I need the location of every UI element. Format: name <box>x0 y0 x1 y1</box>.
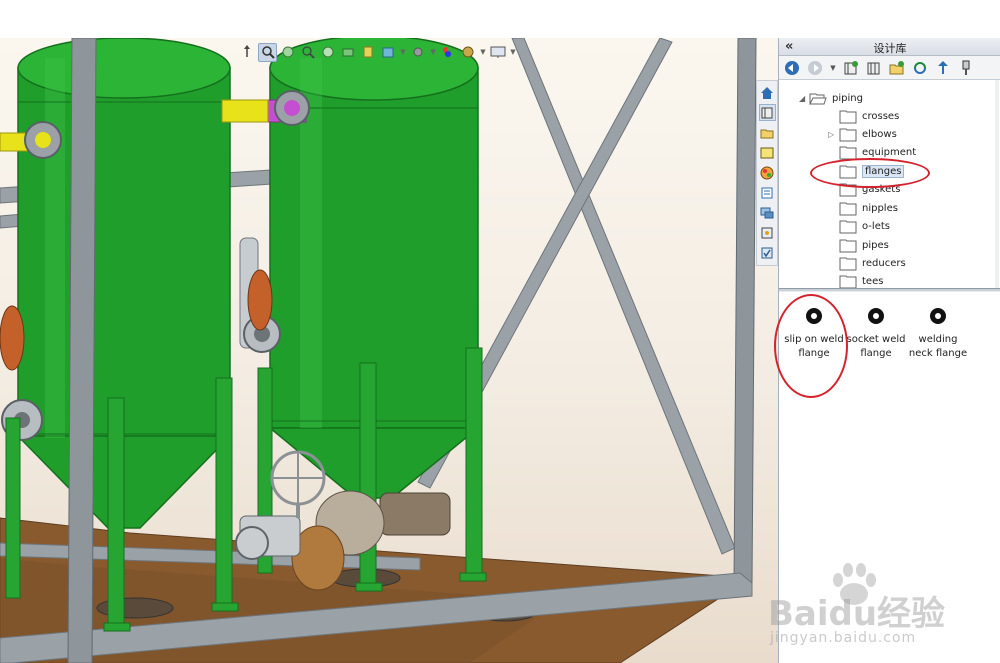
create-folder-icon[interactable] <box>888 59 906 77</box>
folder-icon <box>839 239 857 253</box>
palette-item-label-line2: neck flange <box>908 348 968 359</box>
design-checker-icon[interactable] <box>759 244 776 261</box>
folder-icon <box>839 202 857 216</box>
tree-node-flanges[interactable]: flanges <box>839 163 905 180</box>
view-settings-icon[interactable] <box>359 43 377 61</box>
custom-properties-icon[interactable] <box>759 184 776 201</box>
apply-scene-icon[interactable] <box>459 43 477 61</box>
add-to-library-icon[interactable] <box>842 59 860 77</box>
design-library-toolbar: ▼ <box>779 56 1000 80</box>
flange-thumbnail-icon <box>930 308 946 324</box>
view-palette-icon[interactable] <box>759 144 776 161</box>
palette-item-welding-neck-flange[interactable]: welding neck flange <box>903 306 973 361</box>
tree-node-pipes[interactable]: pipes <box>839 237 889 254</box>
palette-item-label-line1: slip on weld <box>784 334 844 345</box>
tree-node-elbows[interactable]: ▷ elbows <box>828 126 897 143</box>
palette-item-label-line2: flange <box>860 348 892 359</box>
previous-view-icon[interactable] <box>279 43 297 61</box>
tree-node-label: o-lets <box>862 221 890 232</box>
tree-node-o-lets[interactable]: o-lets <box>839 218 890 235</box>
folder-icon <box>839 165 857 179</box>
dropdown-arrow-icon[interactable]: ▼ <box>479 44 487 60</box>
palette-item-socket-weld-flange[interactable]: socket weld flange <box>841 306 911 361</box>
tree-node-label: gaskets <box>862 184 901 195</box>
generate-features-icon[interactable] <box>957 59 975 77</box>
tree-node-label: piping <box>832 93 863 104</box>
palette-item-label-line1: welding <box>918 334 958 345</box>
folder-open-icon <box>809 93 827 105</box>
hide-show-items-icon[interactable] <box>409 43 427 61</box>
refresh-icon[interactable] <box>911 59 929 77</box>
folder-icon <box>839 128 857 142</box>
dynamic-annotation-icon[interactable] <box>339 43 357 61</box>
add-file-location-icon[interactable] <box>865 59 883 77</box>
top-blank-area <box>0 0 1000 38</box>
dropdown-arrow-icon[interactable]: ▼ <box>829 59 837 77</box>
back-icon[interactable] <box>783 59 801 77</box>
tree-node-label: tees <box>862 276 884 287</box>
tree-node-label: pipes <box>862 240 889 251</box>
tree-node-label: flanges <box>862 165 905 178</box>
piping-assembly-model <box>0 38 757 663</box>
zoom-fit-icon[interactable] <box>299 43 317 61</box>
palette-item-label-line2: flange <box>798 348 830 359</box>
tree-node-tees[interactable]: tees <box>839 273 883 288</box>
tree-node-crosses[interactable]: crosses <box>839 108 899 125</box>
panel-title: 设计库 <box>873 42 907 55</box>
flange-thumbnail-icon <box>806 308 822 324</box>
expanded-arrow-icon[interactable]: ◢ <box>799 94 805 103</box>
appearances-icon[interactable] <box>759 164 776 181</box>
design-library-panel: « 设计库 ▼ ◢ piping crosses ▷ elbows equipm… <box>778 38 1000 663</box>
view-orientation-icon[interactable] <box>238 43 256 61</box>
dropdown-arrow-icon[interactable]: ▼ <box>399 44 407 60</box>
tree-node-label: equipment <box>862 147 917 158</box>
graphics-viewport[interactable]: ▼ ▼ ▼ ▼ <box>0 38 778 663</box>
folder-icon <box>839 257 857 271</box>
folder-icon <box>839 220 857 234</box>
palette-item-label-line1: socket weld <box>846 334 906 345</box>
parts-library-icon[interactable] <box>758 104 776 121</box>
tree-node-piping[interactable]: ◢ piping <box>799 90 863 107</box>
display-style-icon[interactable] <box>379 43 397 61</box>
home-icon[interactable] <box>759 84 776 101</box>
view-display-icon[interactable] <box>489 43 507 61</box>
solidworks-resources-icon[interactable] <box>759 224 776 241</box>
tree-node-label: elbows <box>862 129 897 140</box>
folder-icon <box>839 110 857 124</box>
tree-node-nipples[interactable]: nipples <box>839 200 898 217</box>
heads-up-view-toolbar: ▼ ▼ ▼ ▼ <box>238 41 517 63</box>
section-view-icon[interactable] <box>319 43 337 61</box>
tree-node-gaskets[interactable]: gaskets <box>839 181 900 198</box>
file-explorer-icon[interactable] <box>759 124 776 141</box>
library-folder-tree: ◢ piping crosses ▷ elbows equipment flan… <box>779 80 1000 288</box>
tree-node-equipment[interactable]: equipment <box>839 144 916 161</box>
tree-node-label: nipples <box>862 203 898 214</box>
library-item-palette: slip on weld flange socket weld flange w… <box>779 292 1000 663</box>
forum-icon[interactable] <box>759 204 776 221</box>
zoom-area-icon[interactable] <box>258 42 277 62</box>
edit-appearance-icon[interactable] <box>439 43 457 61</box>
dropdown-arrow-icon[interactable]: ▼ <box>509 44 517 60</box>
dropdown-arrow-icon[interactable]: ▼ <box>429 44 437 60</box>
palette-item-slip-on-weld-flange[interactable]: slip on weld flange <box>779 306 849 361</box>
tree-node-label: reducers <box>862 258 906 269</box>
folder-icon <box>839 183 857 197</box>
folder-icon <box>839 275 857 288</box>
up-one-level-icon[interactable] <box>934 59 952 77</box>
tree-node-reducers[interactable]: reducers <box>839 255 906 272</box>
expand-arrow-icon[interactable]: ▷ <box>828 130 834 139</box>
tree-scrollbar[interactable] <box>995 80 999 288</box>
panel-header: « 设计库 <box>779 38 1000 56</box>
folder-icon <box>839 146 857 160</box>
tree-node-label: crosses <box>862 111 900 122</box>
forward-icon[interactable] <box>806 59 824 77</box>
flange-thumbnail-icon <box>868 308 884 324</box>
task-pane-tabs <box>756 80 778 266</box>
